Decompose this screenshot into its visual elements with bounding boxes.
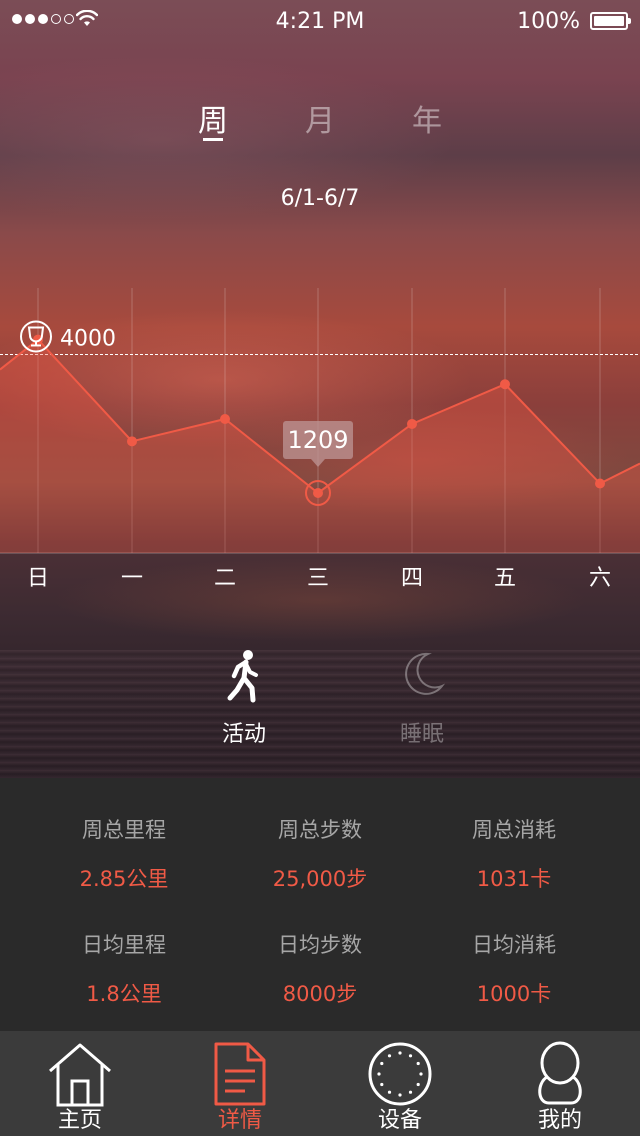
stat-label: 日均步数 [278, 933, 362, 957]
sleep-label: 睡眠 [399, 722, 444, 747]
tab-device[interactable]: 设备 [320, 1031, 480, 1136]
stat-weekly-calories: 周总消耗 1031卡 [414, 814, 614, 893]
x-tick-label: 一 [121, 566, 143, 591]
stat-value: 1031卡 [476, 867, 552, 891]
tab-week[interactable]: 周 [183, 96, 243, 141]
tab-label: 详情 [217, 1108, 262, 1133]
stat-label: 日均里程 [82, 933, 166, 957]
sleep-mode-button[interactable]: 睡眠 [382, 648, 462, 748]
tab-bar: 主页 详情 设备 我的 [0, 1031, 640, 1136]
stat-weekly-distance: 周总里程 2.85公里 [24, 814, 224, 893]
moon-icon [405, 652, 446, 695]
tab-details[interactable]: 详情 [160, 1031, 320, 1136]
tooltip-pointer [311, 458, 325, 467]
x-tick-label: 三 [307, 566, 329, 591]
x-tick-label: 二 [214, 566, 236, 591]
user-icon [538, 1041, 582, 1105]
walking-person-icon [227, 650, 258, 703]
tab-label: 设备 [377, 1108, 422, 1133]
tab-label: 主页 [57, 1108, 102, 1133]
stat-value: 1000卡 [476, 982, 552, 1006]
battery-icon [590, 12, 631, 30]
x-tick-label: 五 [494, 566, 516, 591]
tab-year[interactable]: 年 [397, 96, 457, 140]
data-point [127, 436, 137, 447]
stat-label: 日均消耗 [472, 933, 556, 957]
data-point [220, 413, 230, 424]
activity-mode-button[interactable]: 活动 [204, 648, 284, 748]
screen: 4:21 PM 100% 周 月 年 6/1-6/7 1209 4000 日 一 二 三… [0, 0, 640, 1136]
stat-value: 8000步 [282, 982, 358, 1006]
stat-daily-calories: 日均消耗 1000卡 [414, 929, 614, 1008]
stat-label: 周总里程 [82, 818, 166, 842]
x-tick-label: 六 [589, 566, 611, 591]
battery-percent: 100% [517, 9, 580, 34]
document-icon [214, 1042, 266, 1106]
home-icon [49, 1043, 111, 1107]
date-range: 6/1-6/7 [280, 186, 360, 211]
tab-home[interactable]: 主页 [0, 1031, 160, 1136]
sea-backdrop [0, 650, 640, 778]
tooltip-value: 1209 [287, 426, 348, 454]
tab-label: 我的 [537, 1108, 582, 1133]
stat-label: 周总步数 [278, 818, 362, 842]
steps-chart[interactable]: 1209 4000 日 一 二 三 四 五 六 [0, 280, 640, 600]
period-tabs: 周 月 年 [0, 96, 640, 146]
x-tick-label: 四 [401, 566, 423, 591]
stat-daily-steps: 日均步数 8000步 [220, 929, 420, 1008]
status-bar: 4:21 PM 100% [0, 0, 640, 44]
device-watch-icon [368, 1042, 432, 1106]
activity-label: 活动 [221, 722, 266, 747]
stat-value: 25,000步 [272, 867, 368, 891]
selected-point [313, 487, 323, 498]
data-point [595, 478, 605, 489]
stat-value: 2.85公里 [79, 867, 169, 891]
stat-daily-distance: 日均里程 1.8公里 [24, 929, 224, 1008]
stats-panel: 周总里程 2.85公里 周总步数 25,000步 周总消耗 1031卡 日均里程… [0, 778, 640, 1031]
x-tick-label: 日 [27, 566, 49, 591]
data-point [407, 418, 417, 429]
stat-weekly-steps: 周总步数 25,000步 [220, 814, 420, 893]
stat-value: 1.8公里 [86, 982, 162, 1006]
tab-me[interactable]: 我的 [480, 1031, 640, 1136]
stat-label: 周总消耗 [472, 818, 556, 842]
goal-value: 4000 [60, 326, 116, 351]
data-point [500, 379, 510, 390]
tab-month[interactable]: 月 [290, 96, 350, 140]
